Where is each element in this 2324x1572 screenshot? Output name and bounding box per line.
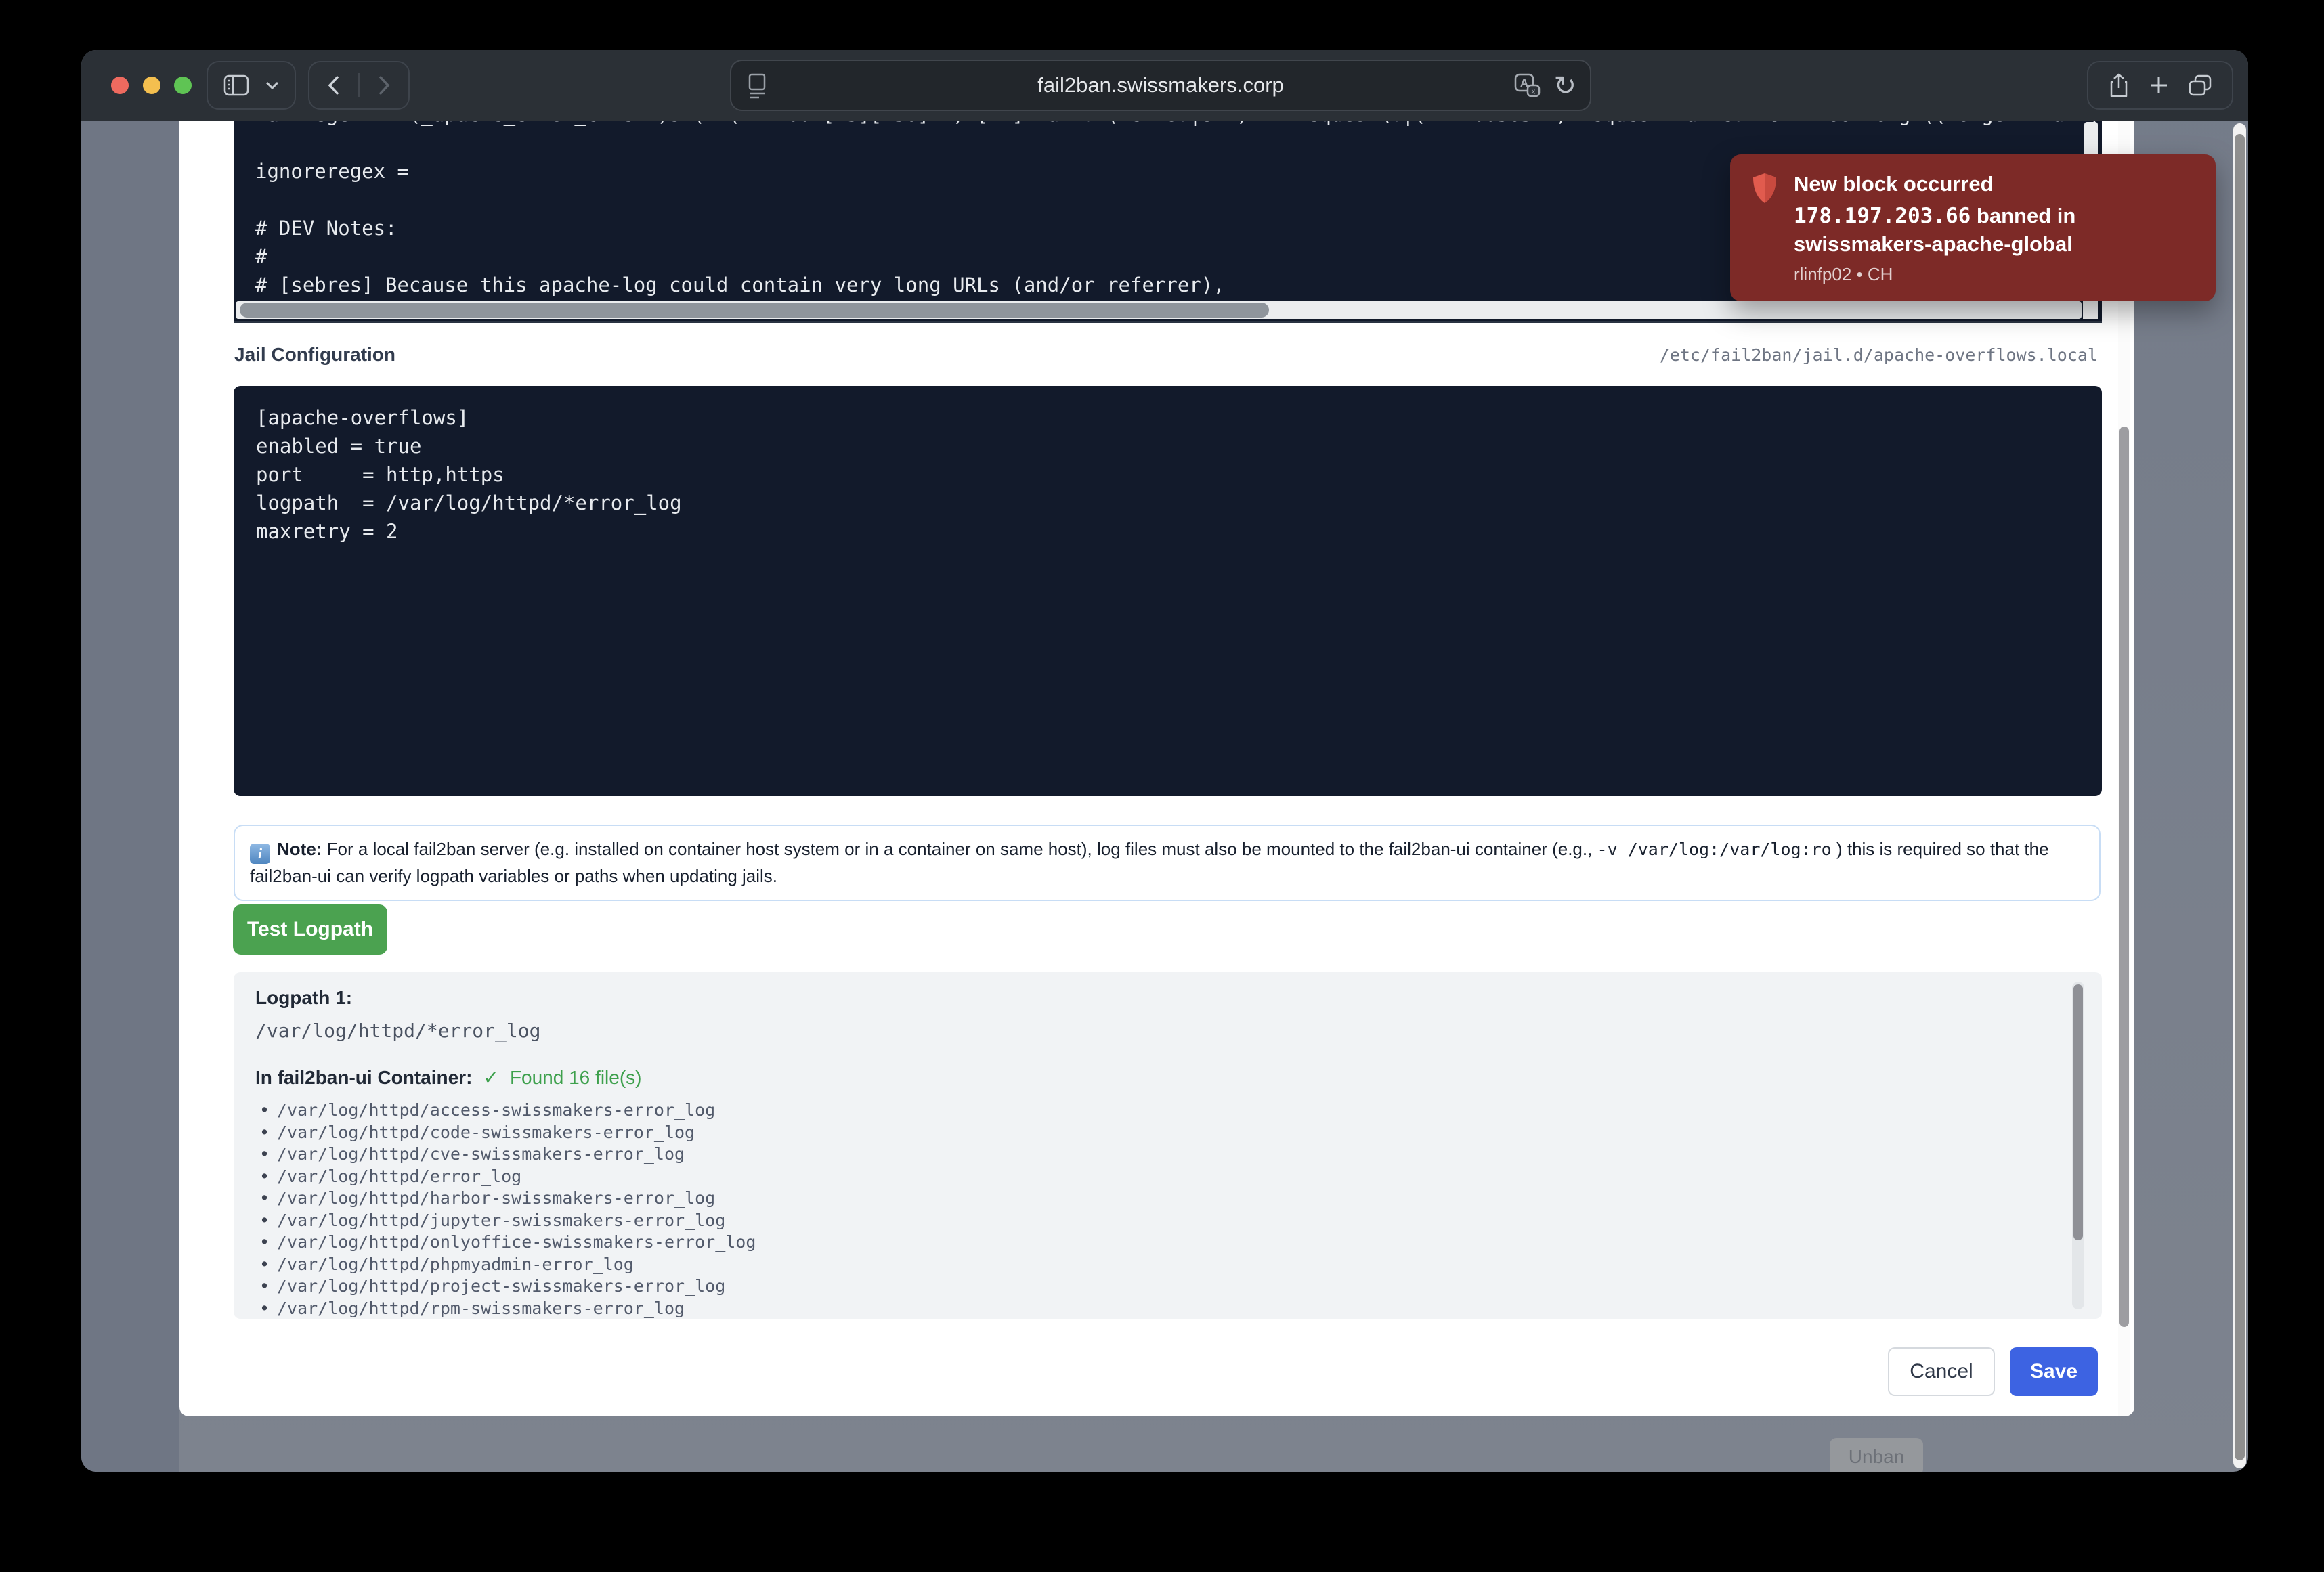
background-unban-button: Unban bbox=[1830, 1438, 1923, 1472]
toast-title: New block occurred bbox=[1794, 172, 2195, 196]
url-text: fail2ban.swissmakers.corp bbox=[731, 61, 1590, 110]
toast-banned-ip: 178.197.203.66 bbox=[1794, 204, 1971, 228]
jail-config-editor[interactable]: [apache-overflows]enabled = trueport = h… bbox=[234, 386, 2102, 796]
file-list: /var/log/httpd/access-swissmakers-error_… bbox=[255, 1099, 2080, 1319]
sidebar-icon bbox=[223, 74, 249, 96]
translate-icon[interactable]: A x bbox=[1513, 72, 1541, 100]
dimmed-sidebar bbox=[81, 121, 179, 1472]
file-list-item: /var/log/httpd/cve-swissmakers-error_log bbox=[255, 1143, 2080, 1166]
note-label: Note: bbox=[277, 839, 322, 859]
results-scrollbar[interactable] bbox=[2072, 982, 2084, 1309]
close-window-button[interactable] bbox=[111, 77, 129, 94]
file-list-item: /var/log/httpd/project-swissmakers-error… bbox=[255, 1275, 2080, 1298]
results-scroll-thumb[interactable] bbox=[2073, 984, 2083, 1240]
page-scroll-thumb[interactable] bbox=[2235, 134, 2245, 1460]
toast-message: 178.197.203.66 banned in swissmakers-apa… bbox=[1794, 202, 2195, 259]
file-list-item: /var/log/httpd/phpmyadmin-error_log bbox=[255, 1254, 2080, 1276]
file-list-item: /var/log/httpd/rpm-swissmakers-error_log bbox=[255, 1298, 2080, 1319]
toast-meta: rlinfp02 • CH bbox=[1794, 264, 2195, 285]
modal-scroll-thumb[interactable] bbox=[2119, 427, 2129, 1327]
tabs-overview-icon[interactable] bbox=[2189, 74, 2212, 96]
test-logpath-button[interactable]: Test Logpath bbox=[233, 904, 387, 955]
modal-scrollbar[interactable] bbox=[2118, 121, 2130, 1416]
filter-editor-scroll-corner bbox=[2083, 301, 2098, 319]
save-button[interactable]: Save bbox=[2010, 1347, 2098, 1396]
file-list-item: /var/log/httpd/error_log bbox=[255, 1166, 2080, 1188]
file-list-item: /var/log/httpd/code-swissmakers-error_lo… bbox=[255, 1122, 2080, 1144]
new-tab-plus-icon[interactable] bbox=[2149, 76, 2168, 95]
logpath-label: Logpath 1: bbox=[255, 987, 2080, 1009]
note-code-snippet: -v /var/log:/var/log:ro bbox=[1597, 839, 1832, 859]
nav-button-group bbox=[308, 61, 410, 110]
cancel-button[interactable]: Cancel bbox=[1888, 1347, 1995, 1396]
jail-code-line: port = http,https bbox=[256, 460, 682, 489]
back-button[interactable] bbox=[327, 74, 341, 96]
forward-button[interactable] bbox=[377, 74, 391, 96]
jail-code-line: enabled = true bbox=[256, 432, 682, 460]
browser-window: fail2ban.swissmakers.corp A x ↻ bbox=[81, 50, 2248, 1472]
zoom-window-button[interactable] bbox=[174, 77, 192, 94]
note-box: i Note: For a local fail2ban server (e.g.… bbox=[234, 825, 2101, 901]
jail-file-path: /etc/fail2ban/jail.d/apache-overflows.lo… bbox=[1660, 345, 2098, 365]
note-text-before: For a local fail2ban server (e.g. instal… bbox=[322, 839, 1597, 859]
page-scrollbar[interactable] bbox=[2233, 123, 2246, 1468]
file-list-item: /var/log/httpd/onlyoffice-swissmakers-er… bbox=[255, 1231, 2080, 1254]
toolbar-right-group bbox=[2087, 61, 2233, 110]
chevron-down-icon bbox=[265, 81, 279, 89]
file-list-item: /var/log/httpd/access-swissmakers-error_… bbox=[255, 1099, 2080, 1122]
file-list-item: /var/log/httpd/jupyter-swissmakers-error… bbox=[255, 1210, 2080, 1232]
logpath-value: /var/log/httpd/*error_log bbox=[255, 1020, 2080, 1042]
sidebar-toggle-button[interactable] bbox=[207, 61, 296, 110]
shield-icon bbox=[1750, 172, 1779, 301]
share-icon[interactable] bbox=[2109, 73, 2129, 97]
address-bar[interactable]: fail2ban.swissmakers.corp A x ↻ bbox=[730, 60, 1591, 111]
logpath-results-panel: Logpath 1: /var/log/httpd/*error_log In … bbox=[234, 972, 2102, 1319]
filter-code-line bbox=[255, 129, 2100, 157]
jail-code: [apache-overflows]enabled = trueport = h… bbox=[256, 403, 682, 546]
filter-code-line: failregex = %(_apache_error_client)s (?:… bbox=[255, 121, 2100, 129]
file-list-item: /var/log/httpd/harbor-swissmakers-error_… bbox=[255, 1187, 2080, 1210]
jail-code-line: maxretry = 2 bbox=[256, 517, 682, 546]
filter-editor-hscroll-thumb[interactable] bbox=[240, 303, 1269, 318]
info-icon: i bbox=[250, 844, 270, 864]
reload-icon[interactable]: ↻ bbox=[1553, 72, 1576, 100]
svg-text:x: x bbox=[1532, 88, 1536, 96]
ban-notification-toast[interactable]: New block occurred 178.197.203.66 banned… bbox=[1730, 154, 2216, 301]
jail-edit-modal: failregex = %(_apache_error_client)s (?:… bbox=[179, 121, 2134, 1416]
minimize-window-button[interactable] bbox=[143, 77, 160, 94]
container-label: In fail2ban-ui Container: bbox=[255, 1067, 472, 1089]
found-files-status: Found 16 file(s) bbox=[510, 1067, 642, 1089]
jail-code-line: [apache-overflows] bbox=[256, 403, 682, 432]
jail-code-line: logpath = /var/log/httpd/*error_log bbox=[256, 489, 682, 517]
nav-divider bbox=[358, 73, 360, 97]
jail-configuration-title: Jail Configuration bbox=[234, 344, 395, 366]
check-icon: ✓ bbox=[483, 1066, 498, 1089]
browser-toolbar: fail2ban.swissmakers.corp A x ↻ bbox=[81, 50, 2248, 121]
filter-editor-hscrollbar[interactable] bbox=[236, 301, 2082, 319]
